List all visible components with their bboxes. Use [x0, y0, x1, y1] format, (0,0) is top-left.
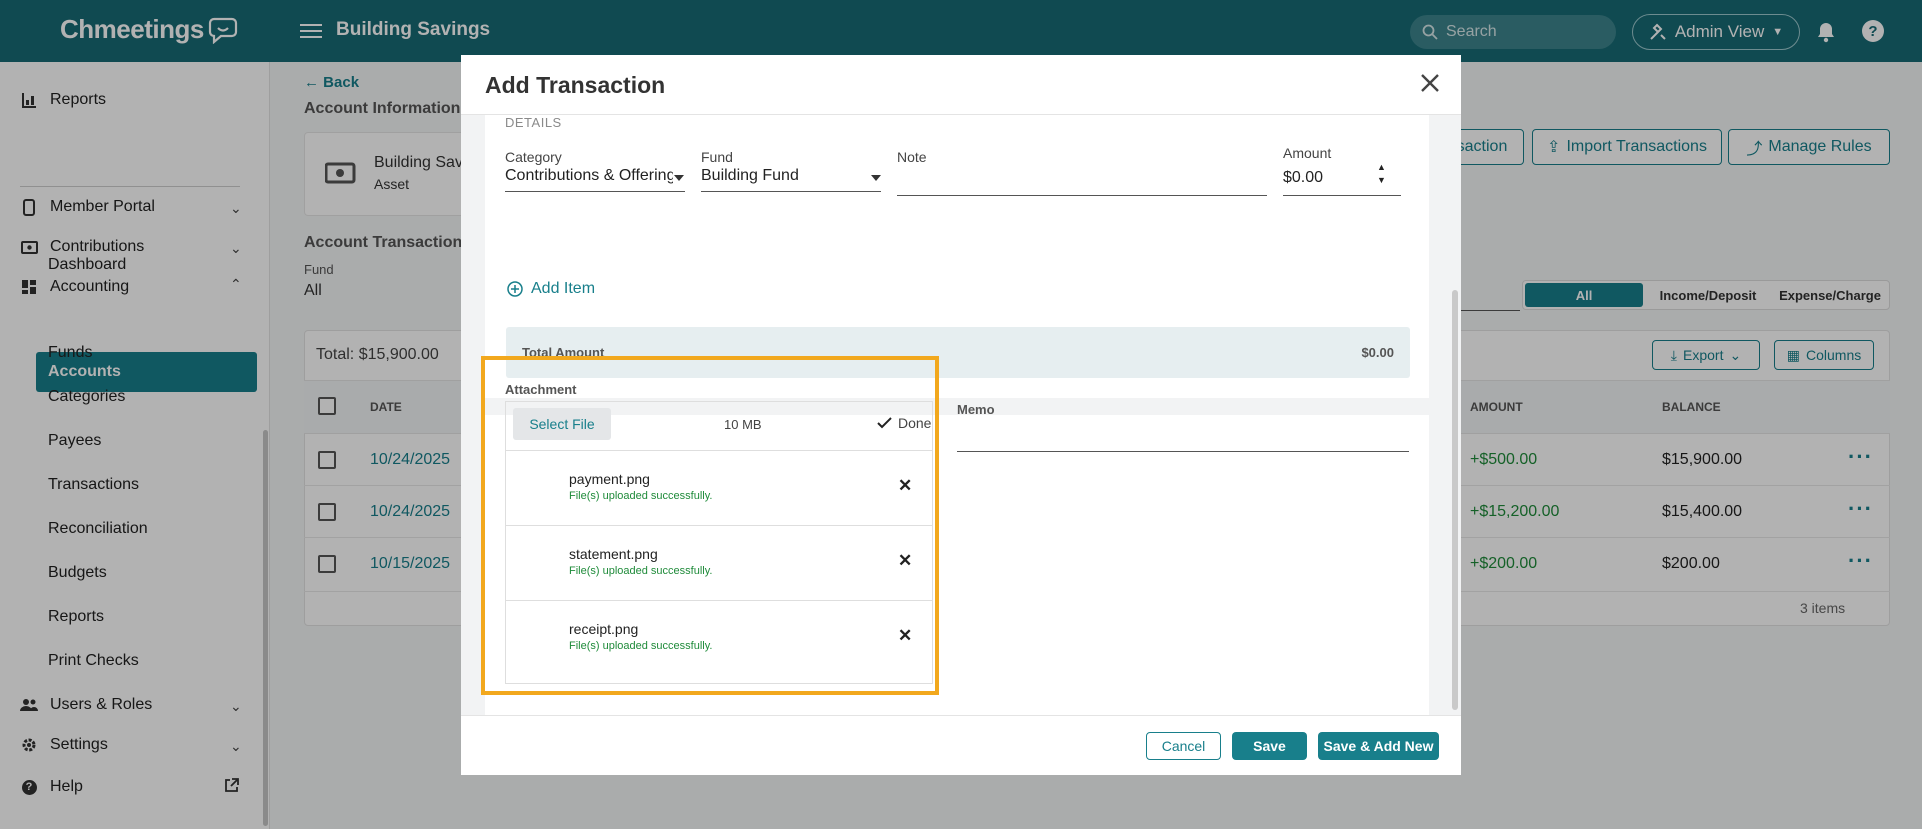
add-item-button[interactable]: Add Item	[507, 280, 595, 298]
attachment-status: File(s) uploaded successfully.	[569, 490, 713, 502]
check-icon	[877, 417, 892, 429]
attachment-divider	[505, 600, 933, 601]
total-amount-value: $0.00	[1361, 345, 1394, 360]
close-icon[interactable]	[1416, 69, 1444, 97]
max-file-size: 10 MB	[724, 417, 762, 432]
amount-underline	[1283, 195, 1401, 196]
dialog-title: Add Transaction	[485, 72, 666, 98]
amount-input[interactable]: $0.00	[1283, 169, 1373, 187]
category-underline	[505, 191, 685, 192]
fund-select[interactable]: Building Fund	[701, 167, 861, 185]
note-underline	[897, 195, 1267, 196]
attachment-file-name: statement.png	[569, 546, 658, 562]
stepper-icon[interactable]: ▲ ▼	[1377, 161, 1386, 187]
save-and-add-new-button[interactable]: Save & Add New	[1318, 732, 1439, 760]
attachment-divider	[505, 450, 933, 451]
remove-file-icon[interactable]: ✕	[898, 476, 912, 496]
amount-label: Amount	[1283, 145, 1332, 161]
memo-input[interactable]	[957, 420, 1409, 440]
caret-down-icon	[674, 175, 684, 181]
remove-file-icon[interactable]: ✕	[898, 626, 912, 646]
done-button[interactable]: Done	[877, 415, 931, 431]
add-transaction-dialog: Add Transaction DETAILS Category Contrib…	[461, 55, 1461, 775]
dialog-header: Add Transaction	[461, 55, 1461, 115]
attachment-file-name: payment.png	[569, 471, 650, 487]
attachment-file-name: receipt.png	[569, 621, 639, 637]
plus-circle-icon	[507, 281, 523, 297]
caret-down-icon	[871, 175, 881, 181]
select-file-button[interactable]: Select File	[513, 408, 611, 440]
done-label: Done	[898, 415, 932, 431]
dialog-scrollbar[interactable]	[1452, 290, 1458, 710]
note-label: Note	[897, 149, 927, 165]
cancel-button[interactable]: Cancel	[1146, 732, 1221, 760]
fund-label: Fund	[701, 149, 733, 165]
category-label: Category	[505, 149, 562, 165]
add-item-label: Add Item	[531, 280, 596, 297]
details-heading: DETAILS	[505, 115, 562, 130]
save-button[interactable]: Save	[1232, 732, 1307, 760]
remove-file-icon[interactable]: ✕	[898, 551, 912, 571]
category-select[interactable]: Contributions & Offerings	[505, 167, 673, 185]
memo-underline	[957, 451, 1409, 452]
fund-underline	[701, 191, 881, 192]
attachment-status: File(s) uploaded successfully.	[569, 565, 713, 577]
memo-label: Memo	[957, 402, 995, 417]
attachment-divider	[505, 525, 933, 526]
attachment-label: Attachment	[505, 382, 577, 397]
attachment-status: File(s) uploaded successfully.	[569, 640, 713, 652]
dialog-footer	[461, 715, 1461, 775]
